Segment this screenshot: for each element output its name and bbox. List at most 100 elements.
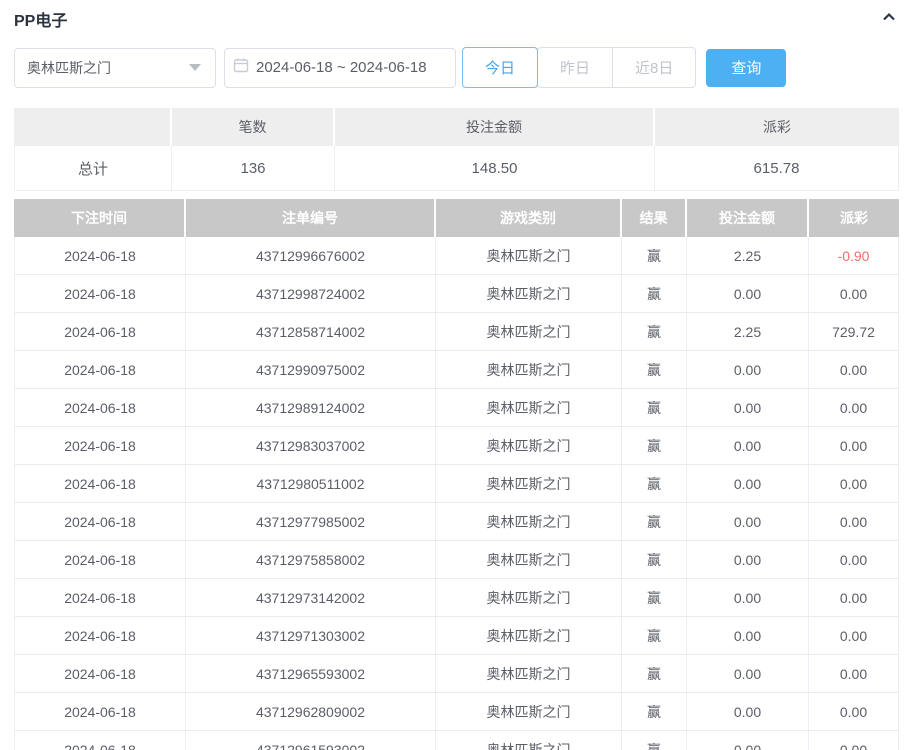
record-bet-number: 43712977985002 [186, 503, 436, 540]
summary-total-label: 总计 [15, 146, 172, 190]
records-header-payout: 派彩 [809, 199, 899, 237]
record-result: 赢 [622, 237, 687, 274]
record-result: 赢 [622, 617, 687, 654]
table-row: 2024-06-1843712983037002奥林匹斯之门赢0.000.00 [15, 427, 898, 465]
record-bet-time: 2024-06-18 [15, 617, 186, 654]
record-bet-number: 43712980511002 [186, 465, 436, 502]
table-row: 2024-06-1843712962809002奥林匹斯之门赢0.000.00 [15, 693, 898, 731]
table-row: 2024-06-1843712989124002奥林匹斯之门赢0.000.00 [15, 389, 898, 427]
record-result: 赢 [622, 579, 687, 616]
record-bet-amount: 0.00 [687, 731, 809, 750]
record-bet-number: 43712965593002 [186, 655, 436, 692]
record-bet-amount: 0.00 [687, 427, 809, 464]
record-payout: 0.00 [809, 617, 898, 654]
record-game-type: 奥林匹斯之门 [436, 503, 622, 540]
record-bet-number: 43712996676002 [186, 237, 436, 274]
today-button[interactable]: 今日 [462, 47, 538, 88]
chevron-up-icon [881, 9, 897, 30]
record-result: 赢 [622, 655, 687, 692]
record-result: 赢 [622, 275, 687, 312]
record-result: 赢 [622, 427, 687, 464]
record-bet-number: 43712961593002 [186, 731, 436, 750]
record-payout: 0.00 [809, 427, 898, 464]
records-header-result: 结果 [622, 199, 687, 237]
record-payout: 0.00 [809, 541, 898, 578]
date-range-picker[interactable]: 2024-06-18 ~ 2024-06-18 [224, 48, 456, 88]
summary-header-bet-amount: 投注金额 [335, 108, 655, 146]
record-result: 赢 [622, 503, 687, 540]
record-bet-amount: 0.00 [687, 655, 809, 692]
record-bet-number: 43712989124002 [186, 389, 436, 426]
record-bet-amount: 0.00 [687, 693, 809, 730]
table-row: 2024-06-1843712998724002奥林匹斯之门赢0.000.00 [15, 275, 898, 313]
summary-total-row: 总计 136 148.50 615.78 [14, 146, 899, 191]
record-game-type: 奥林匹斯之门 [436, 465, 622, 502]
records-header-bet-time: 下注时间 [14, 199, 186, 237]
record-bet-amount: 0.00 [687, 351, 809, 388]
summary-total-payout: 615.78 [655, 146, 898, 190]
record-bet-amount: 0.00 [687, 275, 809, 312]
record-bet-number: 43712975858002 [186, 541, 436, 578]
record-bet-amount: 0.00 [687, 465, 809, 502]
summary-table: 笔数 投注金额 派彩 总计 136 148.50 615.78 [14, 108, 899, 191]
record-bet-time: 2024-06-18 [15, 427, 186, 464]
record-game-type: 奥林匹斯之门 [436, 579, 622, 616]
record-bet-amount: 0.00 [687, 389, 809, 426]
table-row: 2024-06-1843712973142002奥林匹斯之门赢0.000.00 [15, 579, 898, 617]
summary-header-row: 笔数 投注金额 派彩 [14, 108, 899, 146]
records-table-body: 2024-06-1843712996676002奥林匹斯之门赢2.25-0.90… [14, 237, 899, 750]
record-bet-number: 43712998724002 [186, 275, 436, 312]
table-row: 2024-06-1843712965593002奥林匹斯之门赢0.000.00 [15, 655, 898, 693]
summary-header-blank [14, 108, 172, 146]
record-payout: 0.00 [809, 693, 898, 730]
record-bet-time: 2024-06-18 [15, 389, 186, 426]
panel-header: PP电子 [14, 0, 899, 30]
records-header-row: 下注时间 注单编号 游戏类别 结果 投注金额 派彩 [14, 199, 899, 237]
game-select-value: 奥林匹斯之门 [27, 58, 111, 78]
summary-header-payout: 派彩 [655, 108, 899, 146]
records-header-bet-amount: 投注金额 [687, 199, 809, 237]
records-table: 下注时间 注单编号 游戏类别 结果 投注金额 派彩 2024-06-184371… [14, 199, 899, 750]
game-select[interactable]: 奥林匹斯之门 [14, 48, 216, 88]
record-bet-amount: 2.25 [687, 313, 809, 350]
record-payout: 0.00 [809, 465, 898, 502]
date-range-value: 2024-06-18 ~ 2024-06-18 [256, 59, 427, 76]
record-bet-time: 2024-06-18 [15, 313, 186, 350]
summary-header-count: 笔数 [172, 108, 335, 146]
query-button[interactable]: 查询 [706, 49, 786, 87]
record-result: 赢 [622, 313, 687, 350]
filter-toolbar: 奥林匹斯之门 2024-06-18 ~ 2024-06-18 今日 昨日 近8日… [14, 47, 899, 88]
last-8-days-button[interactable]: 近8日 [613, 47, 696, 88]
record-game-type: 奥林匹斯之门 [436, 541, 622, 578]
summary-total-count: 136 [172, 146, 335, 190]
record-bet-amount: 0.00 [687, 579, 809, 616]
record-payout: 0.00 [809, 503, 898, 540]
page-title: PP电子 [14, 7, 67, 31]
record-game-type: 奥林匹斯之门 [436, 731, 622, 750]
record-game-type: 奥林匹斯之门 [436, 275, 622, 312]
yesterday-button[interactable]: 昨日 [537, 47, 613, 88]
collapse-panel-button[interactable] [879, 9, 899, 29]
record-bet-number: 43712962809002 [186, 693, 436, 730]
record-bet-time: 2024-06-18 [15, 541, 186, 578]
record-bet-time: 2024-06-18 [15, 655, 186, 692]
record-result: 赢 [622, 693, 687, 730]
record-payout: 0.00 [809, 731, 898, 750]
record-result: 赢 [622, 351, 687, 388]
table-row: 2024-06-1843712996676002奥林匹斯之门赢2.25-0.90 [15, 237, 898, 275]
record-bet-number: 43712973142002 [186, 579, 436, 616]
record-game-type: 奥林匹斯之门 [436, 313, 622, 350]
record-game-type: 奥林匹斯之门 [436, 351, 622, 388]
table-row: 2024-06-1843712977985002奥林匹斯之门赢0.000.00 [15, 503, 898, 541]
record-game-type: 奥林匹斯之门 [436, 655, 622, 692]
table-row: 2024-06-1843712961593002奥林匹斯之门赢0.000.00 [15, 731, 898, 750]
quick-date-button-group: 今日 昨日 近8日 [462, 47, 696, 88]
record-result: 赢 [622, 389, 687, 426]
record-bet-amount: 0.00 [687, 541, 809, 578]
record-bet-time: 2024-06-18 [15, 465, 186, 502]
record-bet-amount: 2.25 [687, 237, 809, 274]
record-bet-number: 43712990975002 [186, 351, 436, 388]
record-bet-number: 43712971303002 [186, 617, 436, 654]
record-game-type: 奥林匹斯之门 [436, 389, 622, 426]
table-row: 2024-06-1843712858714002奥林匹斯之门赢2.25729.7… [15, 313, 898, 351]
